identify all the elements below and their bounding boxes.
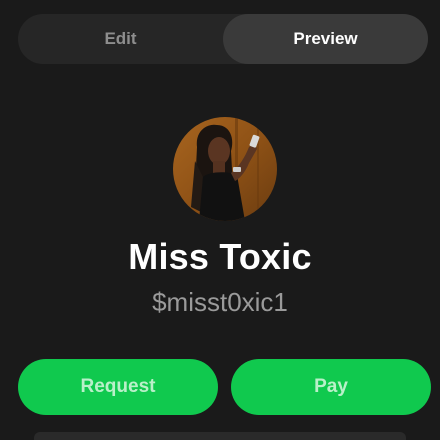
edit-preview-toggle[interactable]: Edit Preview bbox=[18, 14, 428, 64]
bottom-card-edge bbox=[34, 432, 406, 440]
pay-button[interactable]: Pay bbox=[231, 359, 431, 415]
avatar-photo bbox=[173, 117, 277, 221]
profile-name: Miss Toxic bbox=[128, 236, 312, 277]
tab-edit[interactable]: Edit bbox=[18, 14, 223, 64]
tab-preview[interactable]: Preview bbox=[223, 14, 428, 64]
cashtag: $misst0xic1 bbox=[152, 287, 288, 317]
avatar bbox=[173, 117, 277, 221]
request-button[interactable]: Request bbox=[18, 359, 218, 415]
